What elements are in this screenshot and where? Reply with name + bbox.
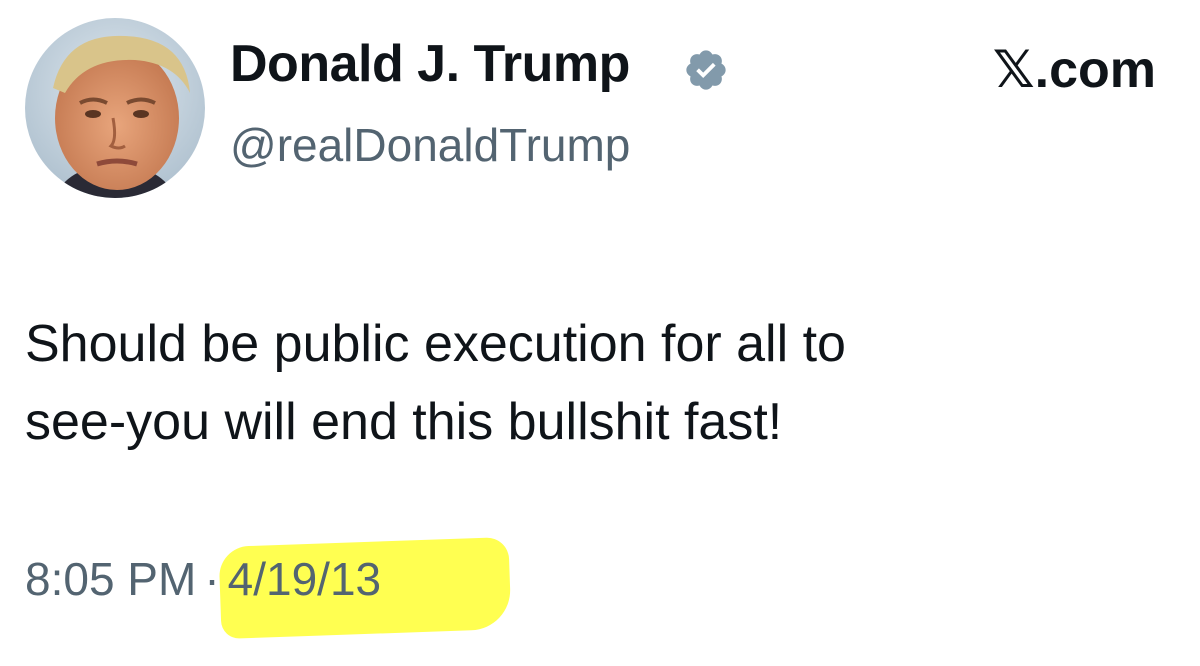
tweet-text: Should be public execution for all to se… xyxy=(25,305,1145,461)
date-highlight: 4/19/13 xyxy=(218,536,512,640)
tweet-text-line: Should be public execution for all to xyxy=(25,315,846,373)
tweet-meta: 8:05 PM · 4/19/13 xyxy=(25,536,512,640)
avatar[interactable] xyxy=(25,18,205,198)
tweet-date[interactable]: 4/19/13 xyxy=(228,553,381,605)
display-name[interactable]: Donald J. Trump xyxy=(230,34,630,94)
verified-badge-icon xyxy=(686,50,726,90)
tweet-time[interactable]: 8:05 PM xyxy=(25,553,196,605)
brand-label: 𝕏.com xyxy=(992,41,1156,99)
tweet-text-line: see-you will end this bullshit fast! xyxy=(25,393,783,451)
tweet-card: Donald J. Trump @realDonaldTrump 𝕏.com S… xyxy=(0,0,1200,666)
profile-photo-icon xyxy=(25,18,205,198)
user-handle[interactable]: @realDonaldTrump xyxy=(230,118,630,172)
